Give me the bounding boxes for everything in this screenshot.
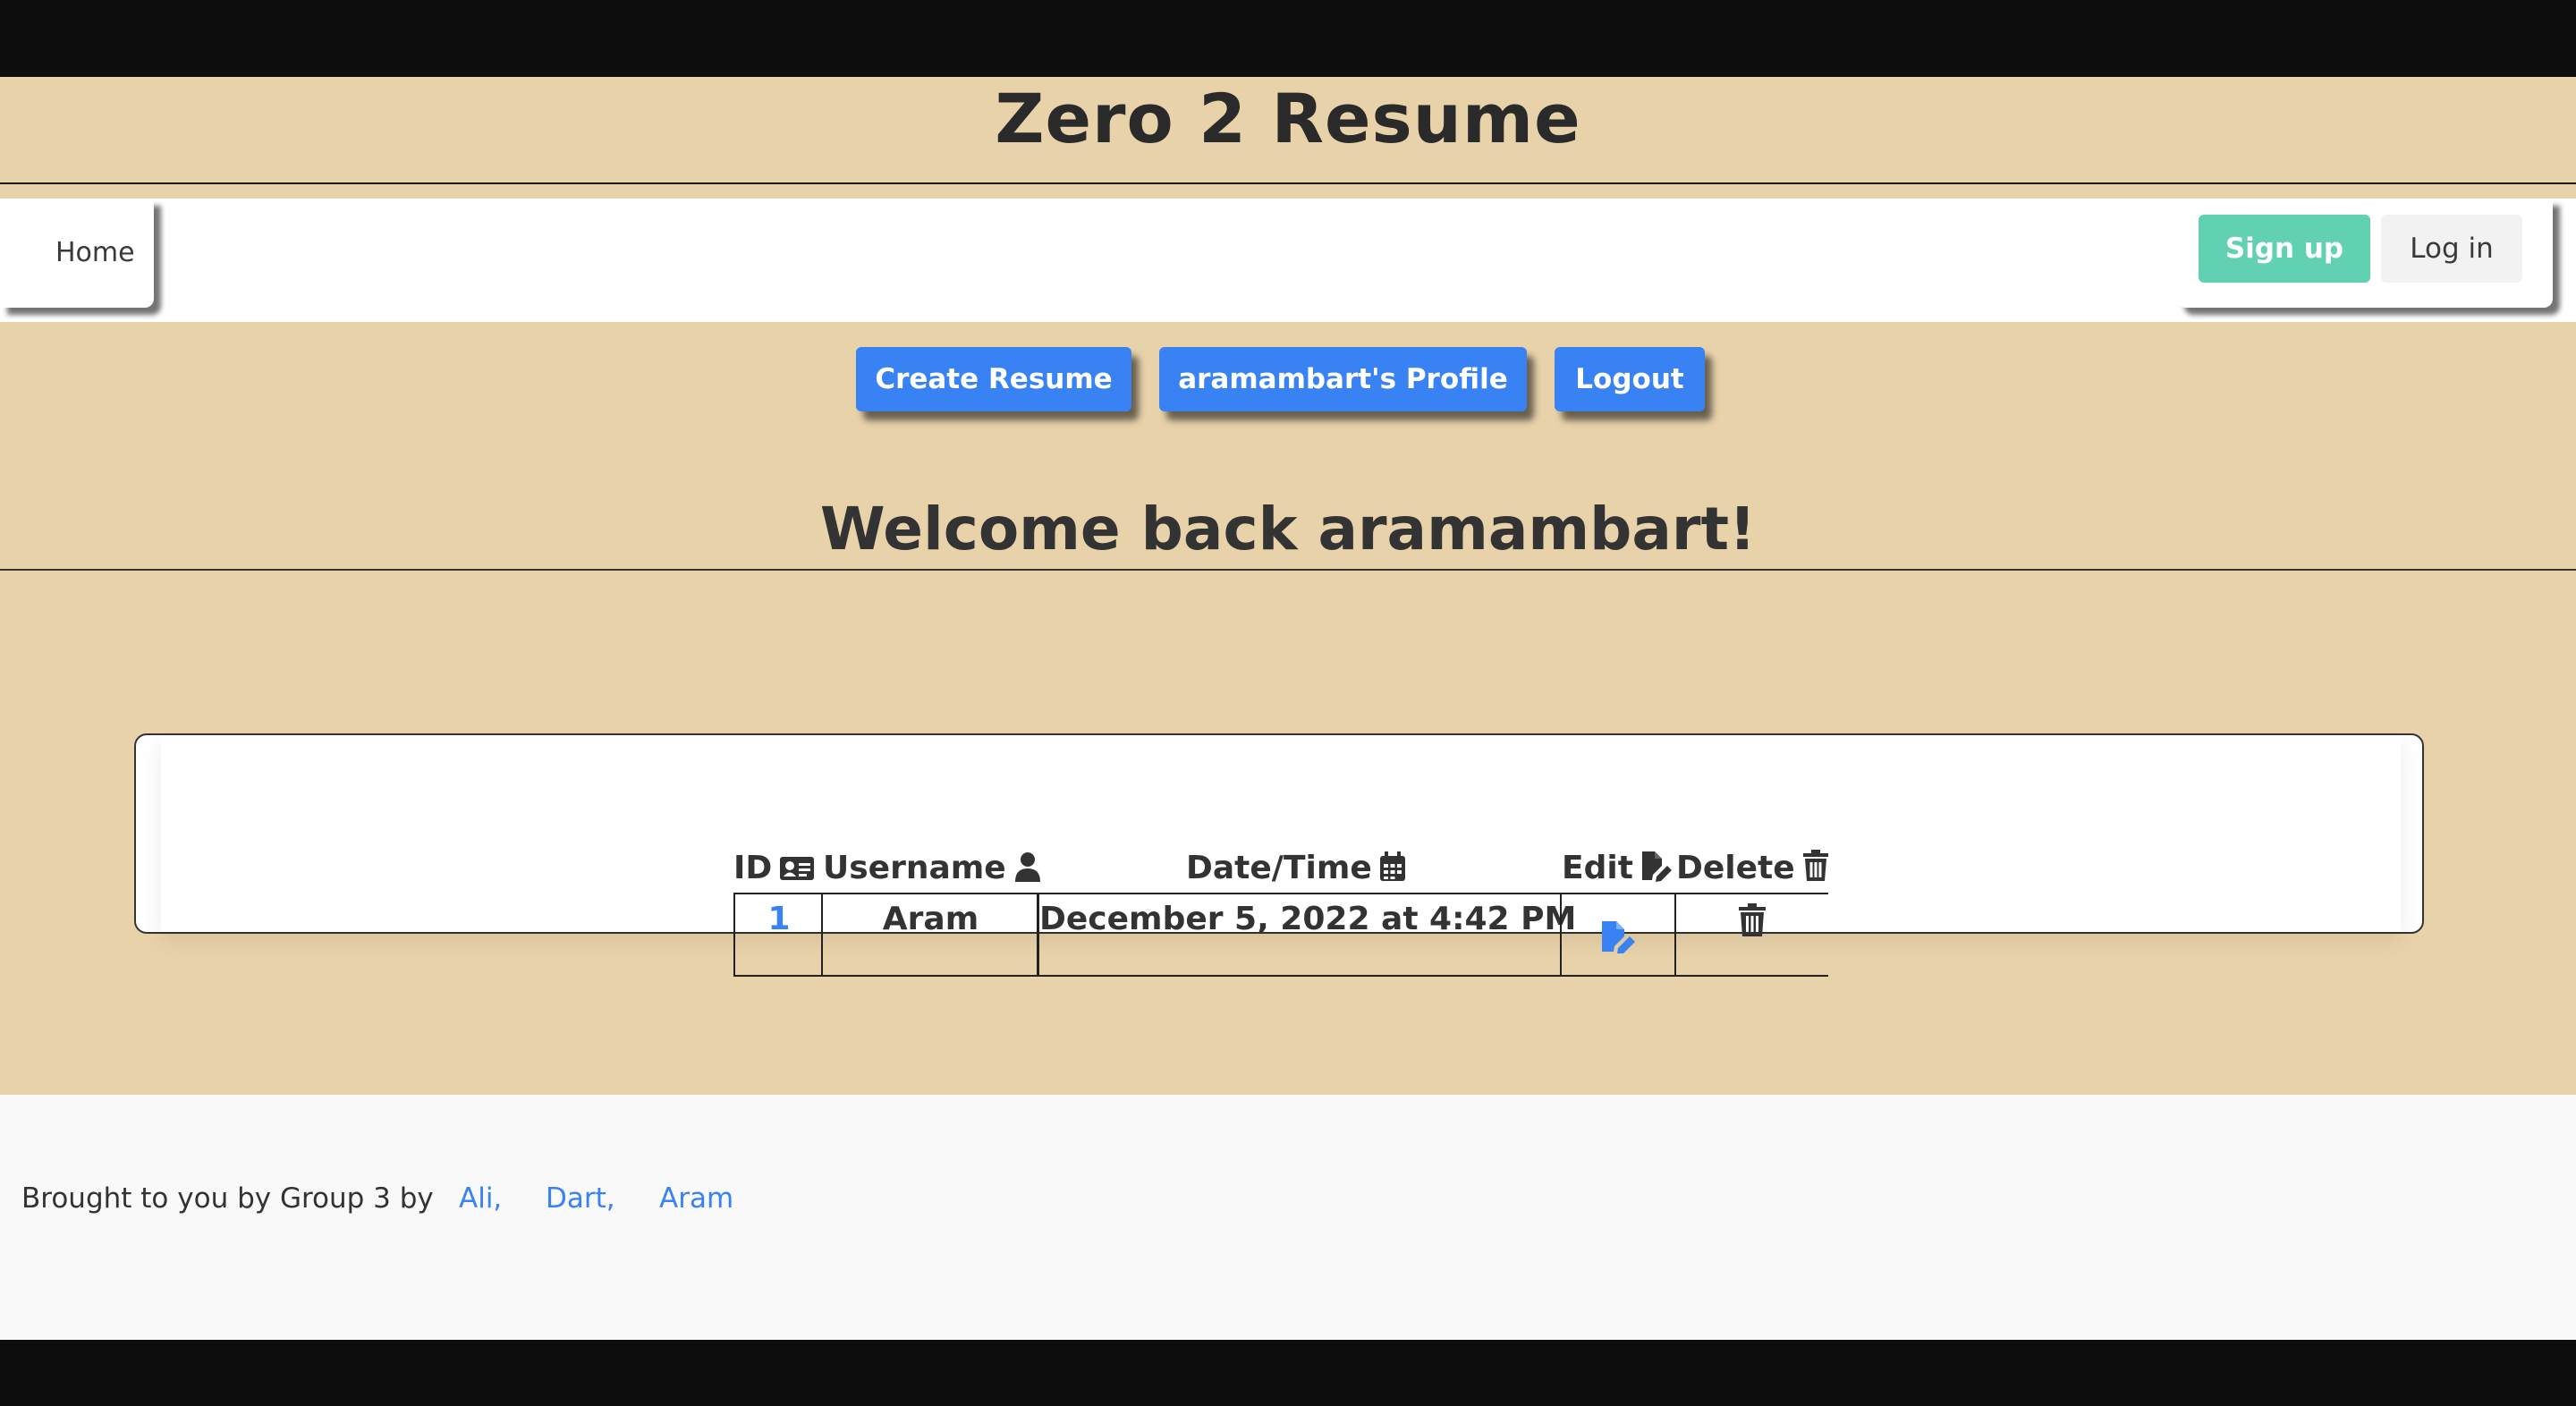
page: Zero 2 Resume Home Sign up Log in Create… <box>0 77 2576 1340</box>
header-edit-label: Edit <box>1562 850 1633 886</box>
file-edit-icon <box>1641 851 1672 882</box>
row-datetime: December 5, 2022 at 4:42 PM <box>1037 894 1576 975</box>
id-card-icon <box>780 857 815 880</box>
file-edit-icon <box>1602 921 1635 953</box>
nav-left-group: Home <box>0 199 154 308</box>
header-username: Username <box>823 846 1042 891</box>
user-icon <box>1014 852 1040 882</box>
table-row: 1 Aram December 5, 2022 at 4:42 PM <box>733 893 1828 977</box>
create-resume-button[interactable]: Create Resume <box>856 347 1131 411</box>
row-username: Aram <box>821 894 1038 975</box>
header-datetime: Date/Time <box>1186 846 1406 891</box>
table-header: ID Username Date/Time Edit Delete <box>0 846 2576 891</box>
footer: Brought to you by Group 3 by Ali, Dart, … <box>0 1095 2576 1340</box>
site-title: Zero 2 Resume <box>0 77 2576 184</box>
header-id: ID <box>733 846 815 891</box>
nav-home-link[interactable]: Home <box>34 225 157 281</box>
footer-credit-text: Brought to you by Group 3 by <box>21 1182 434 1215</box>
action-bar: Create Resume aramambart's Profile Logou… <box>0 347 2576 413</box>
header-delete-label: Delete <box>1676 850 1795 886</box>
footer-link-aram[interactable]: Aram <box>659 1181 733 1216</box>
row-delete-button[interactable] <box>1674 894 1828 975</box>
row-edit-button[interactable] <box>1560 894 1676 975</box>
trash-icon <box>1739 903 1766 936</box>
footer-link-ali[interactable]: Ali, <box>459 1181 502 1216</box>
login-button[interactable]: Log in <box>2381 215 2522 283</box>
signup-button[interactable]: Sign up <box>2199 215 2370 283</box>
header-delete: Delete <box>1676 846 1829 891</box>
trash-icon <box>1802 850 1828 881</box>
navbar: Home Sign up Log in <box>0 199 2576 322</box>
logout-button[interactable]: Logout <box>1555 347 1705 411</box>
calendar-icon <box>1379 851 1405 881</box>
row-id-link[interactable]: 1 <box>733 894 823 975</box>
header-edit: Edit <box>1562 846 1673 891</box>
profile-button[interactable]: aramambart's Profile <box>1159 347 1527 411</box>
footer-link-dart[interactable]: Dart, <box>546 1181 615 1216</box>
header-username-label: Username <box>823 850 1006 886</box>
welcome-heading: Welcome back aramambart! <box>0 494 2576 571</box>
header-id-label: ID <box>733 850 773 886</box>
nav-right-group: Sign up Log in <box>2177 199 2553 308</box>
header-datetime-label: Date/Time <box>1186 850 1372 886</box>
